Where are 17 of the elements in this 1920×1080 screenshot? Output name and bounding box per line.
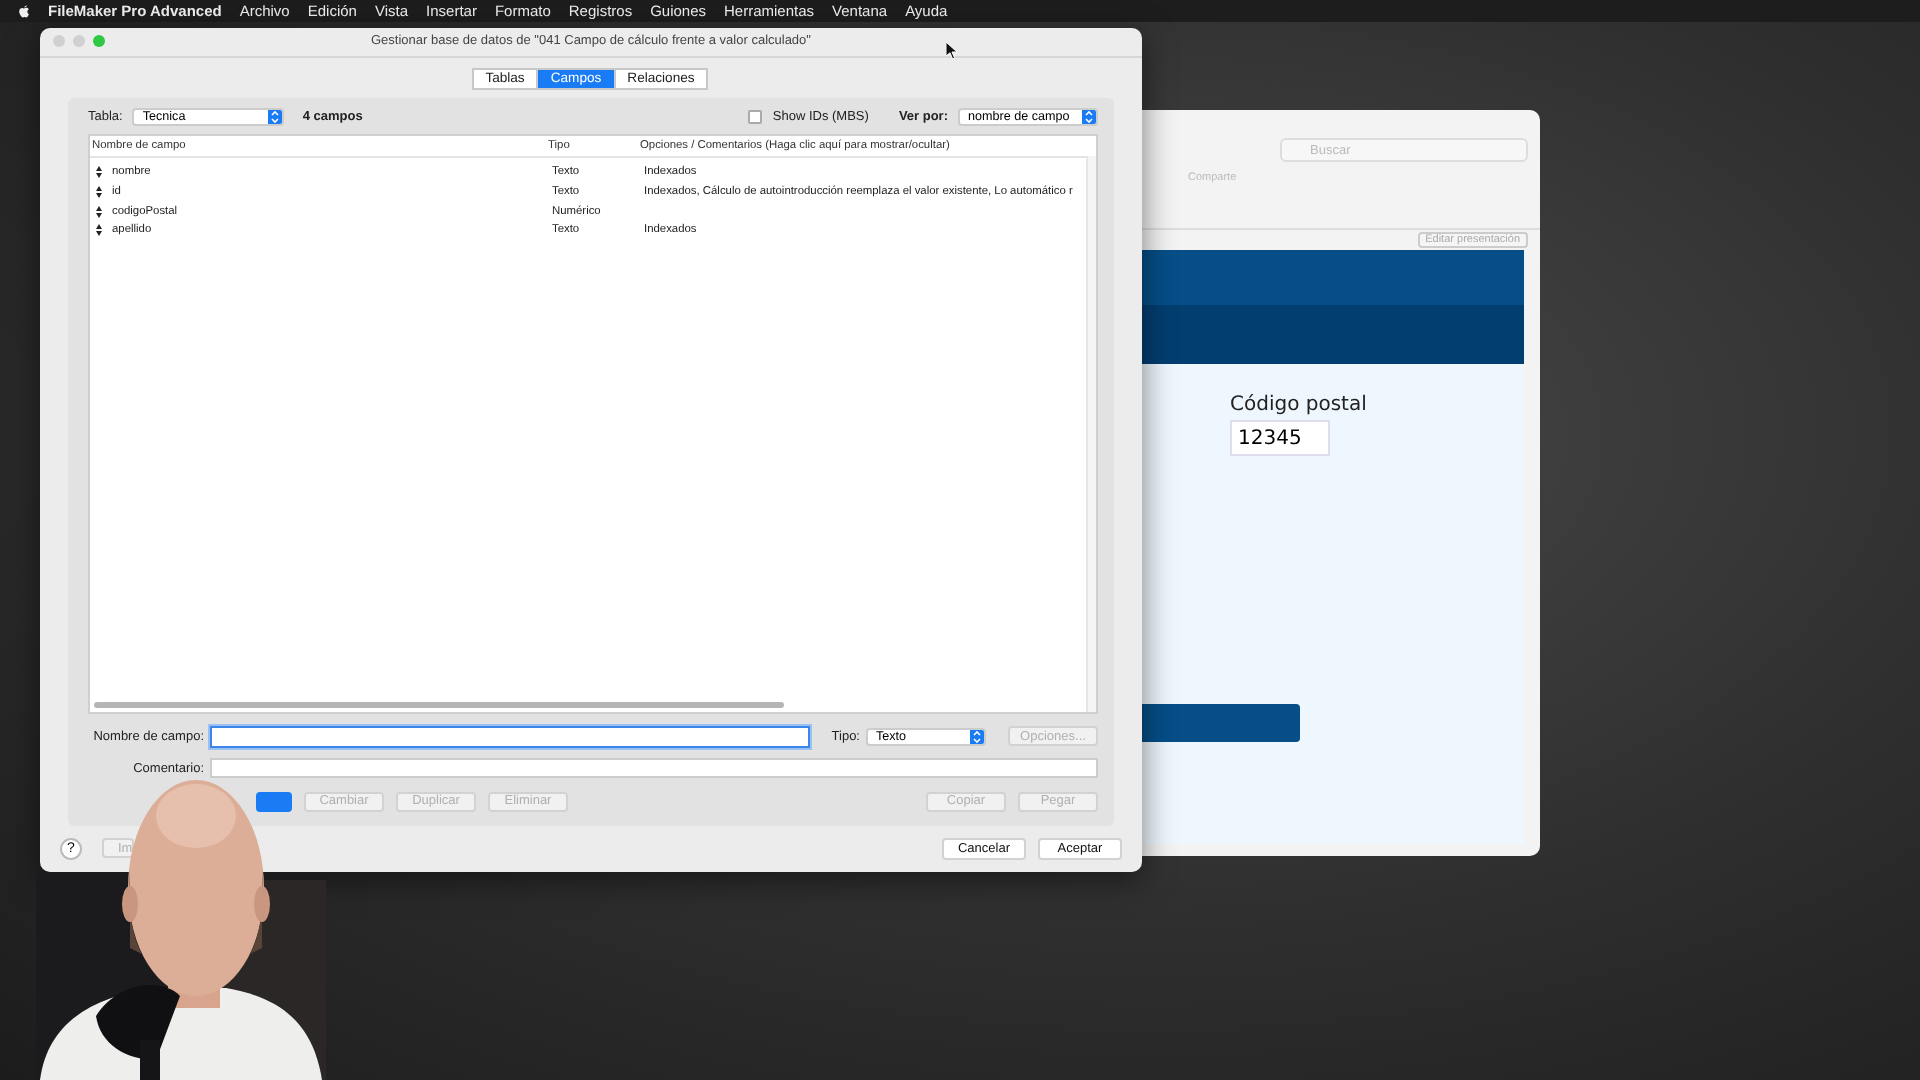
field-label: Código postal xyxy=(1230,394,1369,416)
postal-code-field[interactable]: 12345 xyxy=(1230,420,1330,456)
stepper-icon xyxy=(1082,109,1096,124)
horizontal-scrollbar[interactable] xyxy=(94,701,784,708)
checkbox[interactable] xyxy=(748,109,763,124)
cursor-icon xyxy=(946,42,958,60)
vertical-scrollbar[interactable] xyxy=(1086,155,1096,712)
comment-input[interactable] xyxy=(210,758,1098,779)
field-name-input[interactable] xyxy=(210,725,810,748)
apple-icon[interactable] xyxy=(18,4,30,18)
stepper-icon xyxy=(268,109,283,124)
drag-handle-icon[interactable] xyxy=(96,166,102,179)
drag-handle-icon[interactable] xyxy=(96,186,102,199)
create-button[interactable] xyxy=(256,791,292,812)
drag-handle-icon[interactable] xyxy=(96,224,102,237)
stepper-icon xyxy=(970,729,984,744)
drag-handle-icon[interactable] xyxy=(96,205,102,218)
